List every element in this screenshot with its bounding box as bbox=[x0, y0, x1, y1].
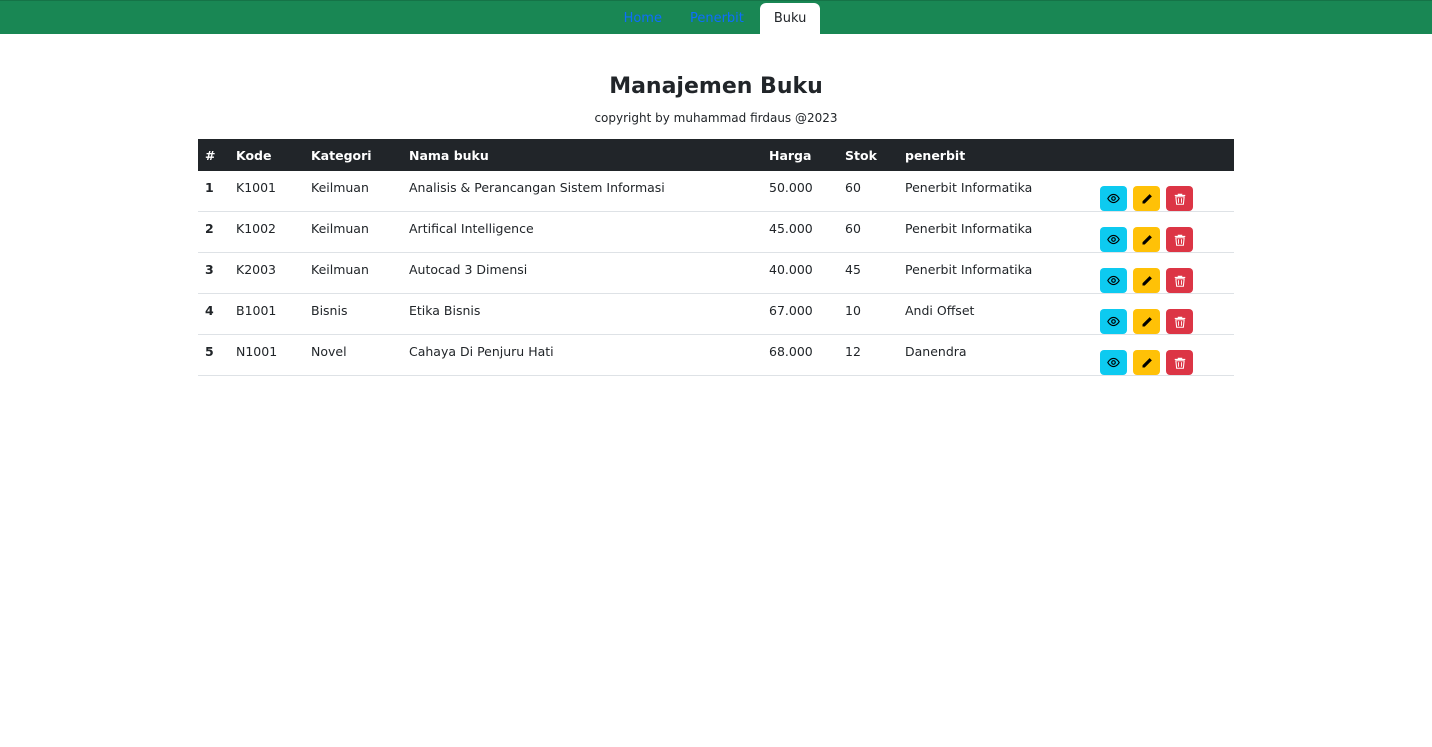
cell-kode: B1001 bbox=[236, 303, 277, 318]
cell-nama-buku: Etika Bisnis bbox=[409, 303, 481, 318]
cell-number: 3 bbox=[205, 262, 214, 277]
view-button[interactable] bbox=[1100, 186, 1127, 211]
header-nama-buku: Nama buku bbox=[409, 147, 489, 163]
cell-nama-buku: Artifical Intelligence bbox=[409, 221, 534, 236]
eye-icon bbox=[1107, 193, 1120, 204]
view-button[interactable] bbox=[1100, 309, 1127, 334]
header-actions bbox=[1093, 139, 1234, 171]
cell-kategori: Bisnis bbox=[311, 303, 348, 318]
delete-button[interactable] bbox=[1166, 268, 1193, 293]
edit-button[interactable] bbox=[1133, 309, 1160, 334]
edit-button[interactable] bbox=[1133, 350, 1160, 375]
nav-tabs: Home Penerbit Buku bbox=[0, 1, 1432, 34]
pencil-icon bbox=[1142, 357, 1152, 367]
delete-button[interactable] bbox=[1166, 227, 1193, 252]
header-number: # bbox=[205, 147, 216, 163]
header-penerbit: penerbit bbox=[905, 147, 966, 163]
tab-penerbit[interactable]: Penerbit bbox=[678, 3, 756, 34]
cell-nama-buku: Cahaya Di Penjuru Hati bbox=[409, 344, 554, 359]
cell-number: 1 bbox=[205, 180, 214, 195]
cell-penerbit: Penerbit Informatika bbox=[905, 262, 1033, 277]
cell-kategori: Keilmuan bbox=[311, 221, 369, 236]
header-kategori: Kategori bbox=[311, 147, 372, 163]
trash-icon bbox=[1174, 357, 1185, 369]
edit-button[interactable] bbox=[1133, 227, 1160, 252]
cell-stok: 10 bbox=[845, 303, 861, 318]
header-stok: Stok bbox=[845, 147, 877, 163]
cell-kategori: Novel bbox=[311, 344, 347, 359]
trash-icon bbox=[1174, 316, 1185, 328]
view-button[interactable] bbox=[1100, 227, 1127, 252]
cell-actions bbox=[1093, 212, 1234, 253]
header-harga: Harga bbox=[769, 147, 812, 163]
table-row: 4 B1001 Bisnis Etika Bisnis 67.000 10 An… bbox=[198, 294, 1234, 335]
table-row: 1 K1001 Keilmuan Analisis & Perancangan … bbox=[198, 171, 1234, 212]
cell-harga: 50.000 bbox=[769, 180, 813, 195]
trash-icon bbox=[1174, 193, 1185, 205]
cell-number: 5 bbox=[205, 344, 214, 359]
cell-number: 4 bbox=[205, 303, 214, 318]
pencil-icon bbox=[1142, 234, 1152, 244]
cell-kategori: Keilmuan bbox=[311, 180, 369, 195]
cell-stok: 60 bbox=[845, 221, 861, 236]
table-row: 3 K2003 Keilmuan Autocad 3 Dimensi 40.00… bbox=[198, 253, 1234, 294]
books-table: # Kode Kategori Nama buku Harga Stok pen… bbox=[198, 139, 1234, 376]
cell-kode: K2003 bbox=[236, 262, 277, 277]
view-button[interactable] bbox=[1100, 268, 1127, 293]
view-button[interactable] bbox=[1100, 350, 1127, 375]
cell-harga: 45.000 bbox=[769, 221, 813, 236]
navbar: Home Penerbit Buku bbox=[0, 0, 1432, 34]
header-kode: Kode bbox=[236, 147, 272, 163]
delete-button[interactable] bbox=[1166, 186, 1193, 211]
page-title: Manajemen Buku bbox=[609, 74, 823, 99]
pencil-icon bbox=[1142, 316, 1152, 326]
cell-nama-buku: Analisis & Perancangan Sistem Informasi bbox=[409, 180, 665, 195]
cell-kode: K1002 bbox=[236, 221, 277, 236]
trash-icon bbox=[1174, 275, 1185, 287]
cell-stok: 60 bbox=[845, 180, 861, 195]
eye-icon bbox=[1107, 357, 1120, 368]
delete-button[interactable] bbox=[1166, 350, 1193, 375]
cell-kode: N1001 bbox=[236, 344, 278, 359]
cell-number: 2 bbox=[205, 221, 214, 236]
cell-nama-buku: Autocad 3 Dimensi bbox=[409, 262, 528, 277]
cell-penerbit: Danendra bbox=[905, 344, 967, 359]
table-row: 2 K1002 Keilmuan Artifical Intelligence … bbox=[198, 212, 1234, 253]
cell-harga: 68.000 bbox=[769, 344, 813, 359]
cell-kategori: Keilmuan bbox=[311, 262, 369, 277]
cell-actions bbox=[1093, 335, 1234, 376]
cell-harga: 67.000 bbox=[769, 303, 813, 318]
cell-actions bbox=[1093, 294, 1234, 335]
page-subtitle: copyright by muhammad firdaus @2023 bbox=[594, 111, 838, 125]
cell-stok: 12 bbox=[845, 344, 861, 359]
cell-kode: K1001 bbox=[236, 180, 277, 195]
tab-home[interactable]: Home bbox=[612, 3, 674, 34]
cell-penerbit: Penerbit Informatika bbox=[905, 221, 1033, 236]
books-table-container: # Kode Kategori Nama buku Harga Stok pen… bbox=[198, 139, 1234, 376]
eye-icon bbox=[1107, 234, 1120, 245]
trash-icon bbox=[1174, 234, 1185, 246]
cell-penerbit: Penerbit Informatika bbox=[905, 180, 1033, 195]
eye-icon bbox=[1107, 275, 1120, 286]
pencil-icon bbox=[1142, 193, 1152, 203]
table-row: 5 N1001 Novel Cahaya Di Penjuru Hati 68.… bbox=[198, 335, 1234, 376]
eye-icon bbox=[1107, 316, 1120, 327]
cell-penerbit: Andi Offset bbox=[905, 303, 975, 318]
cell-stok: 45 bbox=[845, 262, 861, 277]
delete-button[interactable] bbox=[1166, 309, 1193, 334]
cell-actions bbox=[1093, 171, 1234, 212]
edit-button[interactable] bbox=[1133, 186, 1160, 211]
cell-harga: 40.000 bbox=[769, 262, 813, 277]
tab-buku[interactable]: Buku bbox=[759, 3, 821, 34]
cell-actions bbox=[1093, 253, 1234, 294]
pencil-icon bbox=[1142, 275, 1152, 285]
table-header-row: # Kode Kategori Nama buku Harga Stok pen… bbox=[198, 139, 1234, 171]
edit-button[interactable] bbox=[1133, 268, 1160, 293]
